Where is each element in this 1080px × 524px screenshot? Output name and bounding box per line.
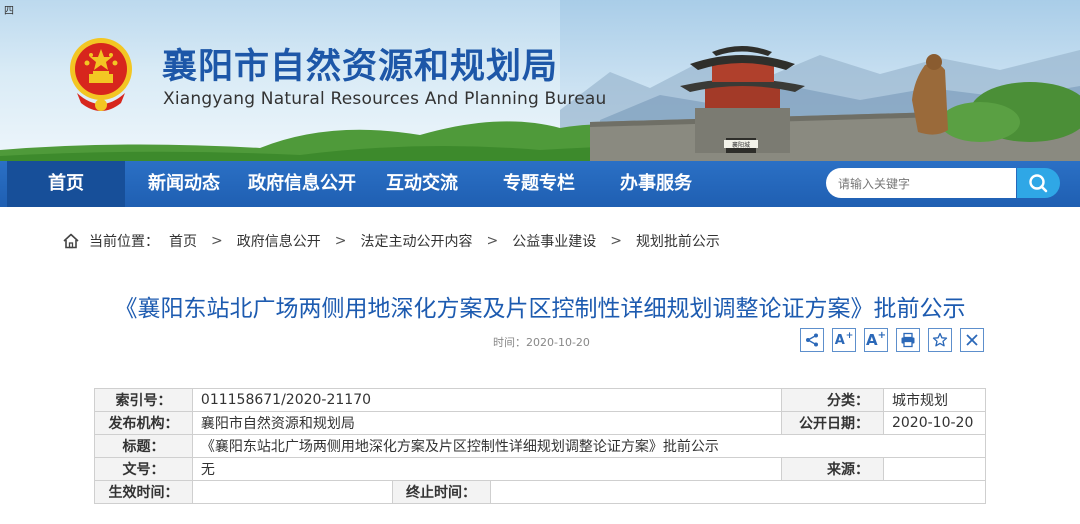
table-row: 标题： 《襄阳东站北广场两侧用地深化方案及片区控制性详细规划调整论证方案》批前公… — [94, 434, 987, 458]
category-label: 分类： — [781, 388, 884, 412]
nav-item-topics[interactable]: 专题专栏 — [489, 161, 589, 207]
subject-value: 《襄阳东站北广场两侧用地深化方案及片区控制性详细规划调整论证方案》批前公示 — [191, 434, 987, 458]
breadcrumb-separator: > — [334, 233, 347, 249]
search-button[interactable] — [1017, 168, 1060, 198]
document-info-table: 索引号： 011158671/2020-21170 分类： 城市规划 发布机构：… — [94, 388, 987, 504]
nav-item-home[interactable]: 首页 — [7, 161, 125, 207]
breadcrumb-item-public-welfare[interactable]: 公益事业建设 — [512, 231, 596, 251]
breadcrumb: 当前位置： 首页 > 政府信息公开 > 法定主动公开内容 > 公益事业建设 > … — [62, 229, 720, 253]
source-label: 来源： — [781, 457, 884, 481]
search-box — [826, 168, 1016, 198]
share-button[interactable] — [800, 328, 824, 352]
expire-value — [489, 480, 987, 504]
corner-mark: 四 — [4, 6, 14, 17]
home-icon — [63, 233, 79, 249]
breadcrumb-separator: > — [486, 233, 499, 249]
nav-item-gov-info[interactable]: 政府信息公开 — [238, 161, 366, 207]
nav-item-news[interactable]: 新闻动态 — [134, 161, 234, 207]
publish-time: 时间：2020-10-20 — [493, 334, 590, 350]
print-icon — [901, 332, 915, 348]
effective-label: 生效时间： — [94, 480, 193, 504]
subject-label: 标题： — [94, 434, 193, 458]
table-row: 索引号： 011158671/2020-21170 分类： 城市规划 — [94, 388, 987, 412]
category-value: 城市规划 — [882, 388, 987, 412]
docno-value: 无 — [191, 457, 783, 481]
source-value — [882, 457, 987, 481]
pubdate-value: 2020-10-20 — [882, 411, 987, 435]
article-toolbar: A + A + — [800, 328, 984, 352]
index-label: 索引号： — [94, 388, 193, 412]
breadcrumb-item-gov-info[interactable]: 政府信息公开 — [237, 231, 321, 251]
publish-time-label: 时间： — [493, 336, 526, 349]
breadcrumb-item-planning-notice[interactable]: 规划批前公示 — [636, 231, 720, 251]
table-row: 文号： 无 来源： — [94, 457, 987, 481]
header-banner: 襄阳城 四 襄阳市自然资源和规划局 Xiangyang Natural Reso… — [0, 0, 1080, 162]
gate-plaque-text: 襄阳城 — [732, 141, 750, 149]
breadcrumb-item-statutory[interactable]: 法定主动公开内容 — [360, 231, 472, 251]
effective-value — [191, 480, 393, 504]
nav-item-services[interactable]: 办事服务 — [606, 161, 706, 207]
breadcrumb-separator: > — [211, 233, 223, 249]
close-icon — [966, 334, 978, 346]
star-icon — [932, 332, 948, 347]
article-title: 《襄阳东站北广场两侧用地深化方案及片区控制性详细规划调整论证方案》批前公示 — [114, 296, 966, 322]
font-decrease-icon: A — [866, 331, 878, 349]
breadcrumb-separator: > — [610, 233, 622, 249]
close-button[interactable] — [960, 328, 984, 352]
main-nav: 首页 新闻动态 政府信息公开 互动交流 专题专栏 办事服务 — [0, 161, 1080, 207]
publisher-value: 襄阳市自然资源和规划局 — [191, 411, 783, 435]
share-icon — [806, 333, 818, 347]
search-icon — [1029, 174, 1048, 193]
expire-label: 终止时间： — [391, 480, 491, 504]
publisher-label: 发布机构： — [94, 411, 193, 435]
national-emblem-icon — [70, 38, 132, 111]
breadcrumb-item-home[interactable]: 首页 — [169, 231, 197, 251]
breadcrumb-prefix: 当前位置： — [89, 234, 159, 250]
nav-item-interaction[interactable]: 互动交流 — [372, 161, 472, 207]
table-row: 生效时间： 终止时间： — [94, 480, 987, 504]
search-input[interactable] — [836, 172, 1015, 196]
font-increase-icon: A — [834, 332, 845, 348]
print-button[interactable] — [896, 328, 920, 352]
site-subtitle: Xiangyang Natural Resources And Planning… — [163, 89, 607, 109]
pubdate-label: 公开日期： — [781, 411, 884, 435]
index-value: 011158671/2020-21170 — [191, 388, 783, 412]
docno-label: 文号： — [94, 457, 193, 481]
font-increase-button[interactable]: A + — [832, 328, 856, 352]
favorite-button[interactable] — [928, 328, 952, 352]
site-title: 襄阳市自然资源和规划局 — [162, 47, 559, 87]
font-decrease-button[interactable]: A + — [864, 328, 888, 352]
table-row: 发布机构： 襄阳市自然资源和规划局 公开日期： 2020-10-20 — [94, 411, 987, 435]
publish-time-value: 2020-10-20 — [526, 336, 590, 349]
